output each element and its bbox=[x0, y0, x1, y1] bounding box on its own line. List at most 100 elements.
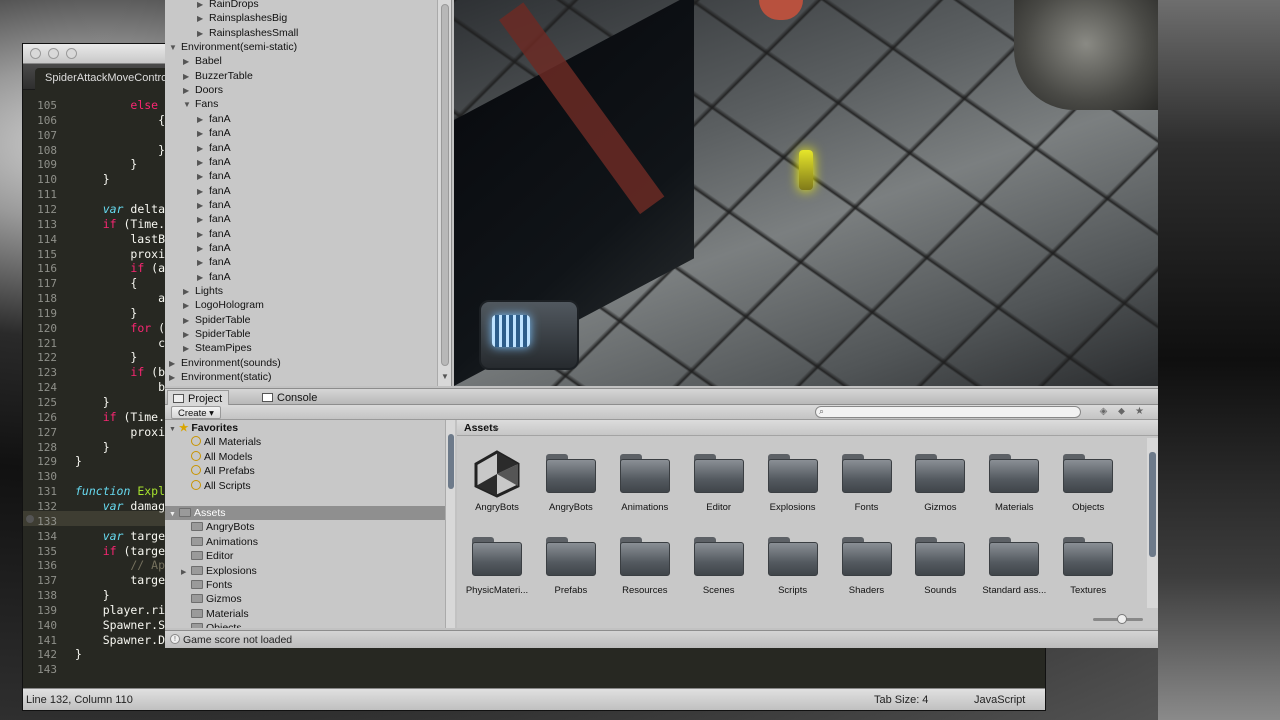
hierarchy-item[interactable]: ▶ fanA bbox=[197, 155, 231, 169]
hierarchy-item[interactable]: ▶ SpiderTable bbox=[183, 313, 250, 327]
collapsed-arrow-icon[interactable]: ▶ bbox=[169, 371, 181, 385]
unity-scene-asset[interactable]: AngryBots bbox=[461, 450, 533, 520]
asset-folder-item[interactable]: Materials bbox=[181, 607, 249, 621]
expanded-arrow-icon[interactable]: ▼ bbox=[183, 98, 195, 112]
code-line[interactable]: else bbox=[75, 98, 158, 113]
code-line[interactable]: var delta bbox=[75, 202, 165, 217]
hierarchy-item[interactable]: ▶ fanA bbox=[197, 141, 231, 155]
scene-view[interactable] bbox=[454, 0, 1158, 386]
collapsed-arrow-icon[interactable]: ▶ bbox=[197, 213, 209, 227]
folder-tree-scroll-thumb[interactable] bbox=[448, 434, 454, 489]
expanded-arrow-icon[interactable]: ▼ bbox=[169, 508, 179, 522]
favorites-item[interactable]: All Scripts bbox=[191, 479, 251, 493]
collapsed-arrow-icon[interactable]: ▶ bbox=[183, 55, 195, 69]
asset-folder[interactable]: Resources bbox=[609, 533, 681, 603]
search-input[interactable] bbox=[815, 406, 1081, 418]
code-line[interactable]: } bbox=[75, 395, 110, 410]
hierarchy-item[interactable]: ▶ SpiderTable bbox=[183, 327, 250, 341]
language-selector[interactable]: JavaScript bbox=[974, 694, 1025, 706]
asset-folder[interactable]: Editor bbox=[683, 450, 755, 520]
icon-size-slider-knob[interactable] bbox=[1117, 614, 1127, 624]
folder-tree-scrollbar[interactable] bbox=[445, 420, 455, 628]
code-line[interactable]: // Ap bbox=[75, 558, 165, 573]
code-line[interactable]: } bbox=[75, 454, 82, 469]
asset-folder[interactable]: Sounds bbox=[904, 533, 976, 603]
collapsed-arrow-icon[interactable]: ▶ bbox=[197, 256, 209, 270]
code-line[interactable]: proxi bbox=[75, 425, 165, 440]
collapsed-arrow-icon[interactable]: ▶ bbox=[197, 271, 209, 285]
hierarchy-item[interactable]: ▼ Fans bbox=[183, 97, 218, 111]
code-line[interactable]: } bbox=[75, 306, 137, 321]
hierarchy-item[interactable]: ▶ SteamPipes bbox=[183, 341, 252, 355]
favorites-item[interactable]: All Materials bbox=[191, 435, 261, 449]
code-line[interactable]: } bbox=[75, 440, 110, 455]
collapsed-arrow-icon[interactable]: ▶ bbox=[197, 127, 209, 141]
code-line[interactable]: { bbox=[75, 113, 165, 128]
hierarchy-item[interactable]: ▶ Lights bbox=[183, 284, 223, 298]
code-line[interactable]: for ( bbox=[75, 321, 165, 336]
hierarchy-item[interactable]: ▶ BuzzerTable bbox=[183, 69, 253, 83]
code-line[interactable]: if (a bbox=[75, 261, 165, 276]
collapsed-arrow-icon[interactable]: ▶ bbox=[197, 12, 209, 26]
hierarchy-item[interactable]: ▶ Environment(sounds) bbox=[169, 356, 281, 370]
collapsed-arrow-icon[interactable]: ▶ bbox=[183, 314, 195, 328]
asset-folder[interactable]: Materials bbox=[978, 450, 1050, 520]
asset-folder[interactable]: Textures bbox=[1052, 533, 1124, 603]
hierarchy-item[interactable]: ▶ fanA bbox=[197, 255, 231, 269]
asset-folder-item[interactable]: Objects bbox=[181, 621, 242, 628]
filter-by-label-icon[interactable]: ⬥ bbox=[1115, 406, 1128, 418]
hierarchy-item[interactable]: ▶ fanA bbox=[197, 126, 231, 140]
code-line[interactable]: player.ri bbox=[75, 603, 165, 618]
asset-folder[interactable]: Animations bbox=[609, 450, 681, 520]
expanded-arrow-icon[interactable]: ▼ bbox=[169, 423, 179, 437]
hierarchy-item[interactable]: ▶ RainsplashesSmall bbox=[197, 26, 298, 40]
hierarchy-item[interactable]: ▶ Doors bbox=[183, 83, 223, 97]
hierarchy-item[interactable]: ▶ fanA bbox=[197, 198, 231, 212]
hierarchy-item[interactable]: ▶ Babel bbox=[183, 54, 222, 68]
hierarchy-item[interactable]: ▶ RainsplashesBig bbox=[197, 11, 287, 25]
asset-folder-item[interactable]: Animations bbox=[181, 535, 258, 549]
hierarchy-item[interactable]: ▶ Environment(static) bbox=[169, 370, 271, 384]
assets-root-folder[interactable]: ▼ Assets bbox=[165, 506, 445, 520]
asset-folder-item[interactable]: AngryBots bbox=[181, 520, 254, 534]
favorites-item[interactable]: All Prefabs bbox=[191, 464, 255, 478]
hierarchy-item[interactable]: ▶ fanA bbox=[197, 227, 231, 241]
hierarchy-item[interactable]: ▶ fanA bbox=[197, 241, 231, 255]
editor-file-tab[interactable]: SpiderAttackMoveController.js bbox=[35, 68, 185, 90]
expanded-arrow-icon[interactable]: ▼ bbox=[169, 41, 181, 55]
hierarchy-item[interactable]: ▶ LogoHologram bbox=[183, 298, 264, 312]
code-line[interactable]: } bbox=[75, 172, 110, 187]
hierarchy-item[interactable]: ▶ fanA bbox=[197, 270, 231, 284]
asset-folder[interactable]: Scripts bbox=[757, 533, 829, 603]
collapsed-arrow-icon[interactable]: ▶ bbox=[197, 156, 209, 170]
asset-folder[interactable]: PhysicMateri... bbox=[461, 533, 533, 603]
collapsed-arrow-icon[interactable]: ▶ bbox=[197, 0, 209, 12]
status-message[interactable]: Game score not loaded bbox=[183, 634, 292, 646]
hierarchy-scrollbar[interactable]: ▼ bbox=[437, 0, 451, 386]
favorites-header[interactable]: ▼ ★ Favorites bbox=[169, 421, 238, 435]
asset-folder-item[interactable]: Gizmos bbox=[181, 592, 242, 606]
code-line[interactable]: } bbox=[75, 143, 165, 158]
hierarchy-item[interactable]: ▼ Environment(semi-static) bbox=[169, 40, 297, 54]
collapsed-arrow-icon[interactable]: ▶ bbox=[183, 342, 195, 356]
asset-folder[interactable]: AngryBots bbox=[535, 450, 607, 520]
code-line[interactable]: Spawner.S bbox=[75, 618, 165, 633]
hierarchy-scroll-thumb[interactable] bbox=[441, 4, 449, 366]
collapsed-arrow-icon[interactable]: ▶ bbox=[197, 185, 209, 199]
breadcrumb-assets[interactable]: Assets bbox=[464, 422, 498, 434]
code-line[interactable]: proxi bbox=[75, 247, 165, 262]
collapsed-arrow-icon[interactable]: ▶ bbox=[197, 199, 209, 213]
asset-folder[interactable]: Objects bbox=[1052, 450, 1124, 520]
create-button[interactable]: Create ▾ bbox=[171, 406, 221, 419]
code-line[interactable]: } bbox=[75, 350, 137, 365]
collapsed-arrow-icon[interactable]: ▶ bbox=[183, 70, 195, 84]
collapsed-arrow-icon[interactable]: ▶ bbox=[197, 170, 209, 184]
collapsed-arrow-icon[interactable]: ▶ bbox=[197, 228, 209, 242]
code-line[interactable]: c bbox=[75, 336, 165, 351]
asset-folder[interactable]: Explosions bbox=[757, 450, 829, 520]
code-line[interactable]: if (Time. bbox=[75, 217, 165, 232]
collapsed-arrow-icon[interactable]: ▶ bbox=[183, 84, 195, 98]
minimize-window-button[interactable] bbox=[48, 48, 59, 59]
code-line[interactable]: { bbox=[75, 276, 137, 291]
code-line[interactable]: b bbox=[75, 380, 165, 395]
